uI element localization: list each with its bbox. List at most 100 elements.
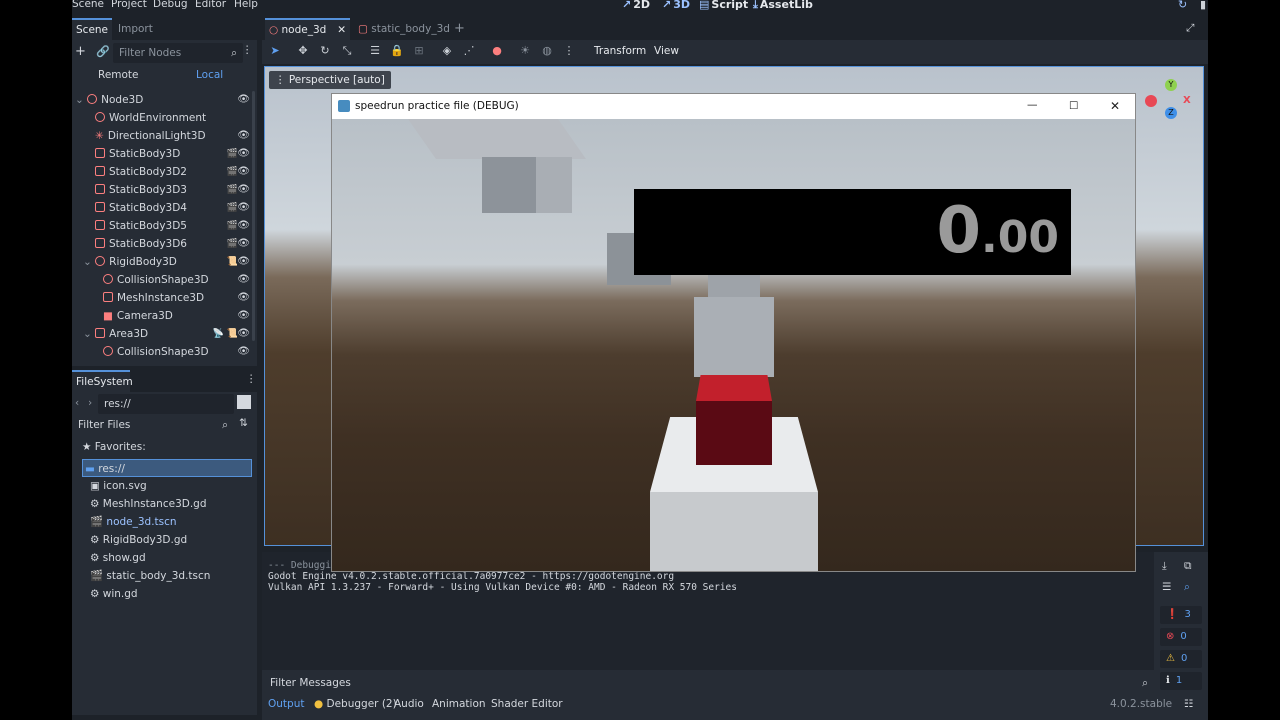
minimize-icon[interactable]: — [1027, 94, 1038, 118]
add-scene-tab-button[interactable]: + [450, 18, 469, 40]
close-icon[interactable]: ✕ [337, 20, 346, 40]
local-space-icon[interactable]: ◈ [440, 44, 454, 58]
add-node-icon[interactable]: + [75, 44, 86, 59]
kebab-menu-icon[interactable]: ⋮ [562, 44, 576, 58]
tab-node3d[interactable]: ○ node_3d ✕ [265, 18, 350, 40]
game-window-titlebar[interactable]: speedrun practice file (DEBUG) — ☐ ✕ [332, 94, 1135, 119]
environment-preview-icon[interactable]: ◍ [540, 44, 554, 58]
tree-node-staticbody3d5[interactable]: StaticBody3D5 🎬 👁 [75, 217, 250, 235]
layout-icon[interactable]: ☷ [1184, 698, 1193, 710]
tree-node-collisionshape3d-2[interactable]: CollisionShape3D 👁 [75, 343, 250, 361]
scale-tool-icon[interactable]: ⤡ [340, 44, 354, 58]
list-select-icon[interactable]: ☰ [368, 44, 382, 58]
remote-toggle[interactable]: Remote [98, 69, 139, 81]
split-mode-icon[interactable] [237, 395, 251, 409]
script-button[interactable]: ▤ Script [699, 0, 748, 11]
visibility-eye-icon[interactable]: 👁 [237, 217, 250, 235]
back-icon[interactable]: ‹ [75, 397, 79, 409]
warning-counter[interactable]: ⚠ 0 [1160, 650, 1202, 668]
visibility-eye-icon[interactable]: 👁 [237, 253, 250, 271]
signal-script-icons[interactable]: 📡 📜 [213, 325, 238, 343]
tree-node-collisionshape3d[interactable]: CollisionShape3D 👁 [75, 271, 250, 289]
copy-icon[interactable]: ⧉ [1184, 560, 1192, 573]
tree-node-staticbody3d4[interactable]: StaticBody3D4 🎬 👁 [75, 199, 250, 217]
tab-filesystem[interactable]: FileSystem [72, 370, 133, 392]
sort-icon[interactable]: ⇅ [239, 417, 248, 429]
tab-import[interactable]: Import [114, 18, 157, 40]
tree-node-meshinstance3d[interactable]: MeshInstance3D 👁 [75, 289, 250, 307]
scene-tree-scrollbar[interactable] [252, 91, 255, 341]
forward-icon[interactable]: › [88, 397, 92, 409]
file-item-show-gd[interactable]: ⚙ show.gd [74, 549, 254, 567]
tab-animation[interactable]: Animation [432, 698, 486, 710]
link-icon[interactable]: 🔗 [96, 45, 110, 58]
game-viewport[interactable]: 0.00 [332, 119, 1135, 571]
visibility-eye-icon[interactable]: 👁 [237, 307, 250, 325]
visibility-eye-icon[interactable]: 👁 [237, 199, 250, 217]
local-toggle[interactable]: Local [196, 69, 223, 81]
transform-menu[interactable]: Transform [594, 45, 646, 57]
snap-icon[interactable]: ⋰ [462, 44, 476, 58]
tab-scene[interactable]: Scene [72, 18, 113, 40]
menu-scene[interactable]: Scene [72, 0, 104, 10]
distraction-free-icon[interactable]: ⤢ [1186, 22, 1194, 35]
tab-static-body-3d[interactable]: ▢ static_body_3d [354, 18, 454, 40]
menu-debug[interactable]: Debug [153, 0, 188, 10]
file-item-meshinstance3d-gd[interactable]: ⚙ MeshInstance3D.gd [74, 495, 254, 513]
tab-output[interactable]: Output [268, 698, 304, 710]
editor-counter[interactable]: ℹ1 [1160, 672, 1202, 690]
move-tool-icon[interactable]: ✥ [296, 44, 310, 58]
file-item-win-gd[interactable]: ⚙ win.gd [74, 585, 254, 603]
filter-toggle-icon[interactable]: ☰ [1162, 581, 1171, 593]
visibility-eye-icon[interactable]: 👁 [237, 145, 250, 163]
tab-shader-editor[interactable]: Shader Editor [491, 698, 563, 710]
maximize-icon[interactable]: ☐ [1069, 94, 1078, 119]
x-axis-icon[interactable]: X [1183, 95, 1191, 106]
kebab-menu-icon[interactable]: ⋮ [246, 373, 257, 385]
visibility-eye-icon[interactable]: 👁 [237, 235, 250, 253]
tree-node-staticbody3d6[interactable]: StaticBody3D6 🎬 👁 [75, 235, 250, 253]
filter-messages-input[interactable]: Filter Messages ⌕ [264, 673, 1154, 693]
camera-preview-icon[interactable]: ● [490, 44, 504, 58]
view-gizmo[interactable]: Y X Z [1145, 79, 1195, 125]
visibility-eye-icon[interactable]: 👁 [237, 91, 250, 109]
tab-debugger[interactable]: ● Debugger (2) [314, 698, 397, 710]
neg-x-axis-icon[interactable] [1145, 95, 1157, 107]
3d-button[interactable]: ↗ 3D [662, 0, 690, 11]
file-item-res[interactable]: ▬ res:// [82, 459, 252, 477]
tree-node-node3d[interactable]: ⌄ Node3D 👁 [75, 91, 250, 109]
scroll-lock-icon[interactable]: ⤓ [1162, 560, 1167, 573]
file-item-rigidbody3d-gd[interactable]: ⚙ RigidBody3D.gd [74, 531, 254, 549]
game-window[interactable]: speedrun practice file (DEBUG) — ☐ ✕ 0.0… [331, 93, 1136, 572]
visibility-eye-icon[interactable]: 👁 [237, 163, 250, 181]
menu-help[interactable]: Help [234, 0, 258, 10]
filter-nodes-input[interactable]: Filter Nodes ⌕ [113, 43, 243, 63]
error-counter[interactable]: ⊗ 0 [1160, 628, 1202, 646]
visibility-eye-icon[interactable]: 👁 [237, 181, 250, 199]
lock-icon[interactable]: 🔒 [390, 44, 404, 58]
filter-files-input[interactable]: Filter Files ⌕ [72, 415, 234, 435]
visibility-eye-icon[interactable]: 👁 [237, 289, 250, 307]
group-icon[interactable]: ⊞ [412, 44, 426, 58]
tree-node-worldenvironment[interactable]: WorldEnvironment [75, 109, 250, 127]
search-icon[interactable]: ⌕ [1184, 581, 1190, 594]
tree-node-staticbody3d3[interactable]: StaticBody3D3 🎬 👁 [75, 181, 250, 199]
file-item-static-body-3d-tscn[interactable]: 🎬 static_body_3d.tscn [74, 567, 254, 585]
2d-button[interactable]: ↗ 2D [622, 0, 650, 11]
visibility-eye-icon[interactable]: 👁 [237, 127, 250, 145]
sun-preview-icon[interactable]: ☀ [518, 44, 532, 58]
kebab-menu-icon[interactable]: ⋮ [242, 44, 253, 56]
renderer-icon[interactable]: ▮ [1200, 0, 1206, 11]
z-axis-icon[interactable]: Z [1165, 107, 1177, 119]
file-item-icon-svg[interactable]: ▣ icon.svg [74, 477, 254, 495]
view-menu[interactable]: View [654, 45, 679, 57]
path-field[interactable]: res:// [98, 394, 234, 414]
rotate-tool-icon[interactable]: ↻ [318, 44, 332, 58]
tab-audio[interactable]: Audio [394, 698, 424, 710]
tree-node-rigidbody3d[interactable]: ⌄ RigidBody3D 📜 👁 [75, 253, 250, 271]
perspective-menu[interactable]: ⋮ Perspective [auto] [269, 71, 391, 89]
tree-node-staticbody3d[interactable]: StaticBody3D 🎬 👁 [75, 145, 250, 163]
select-tool-icon[interactable]: ➤ [268, 44, 282, 58]
visibility-eye-icon[interactable]: 👁 [237, 325, 250, 343]
file-item-node3d-tscn[interactable]: 🎬 node_3d.tscn [74, 513, 254, 531]
